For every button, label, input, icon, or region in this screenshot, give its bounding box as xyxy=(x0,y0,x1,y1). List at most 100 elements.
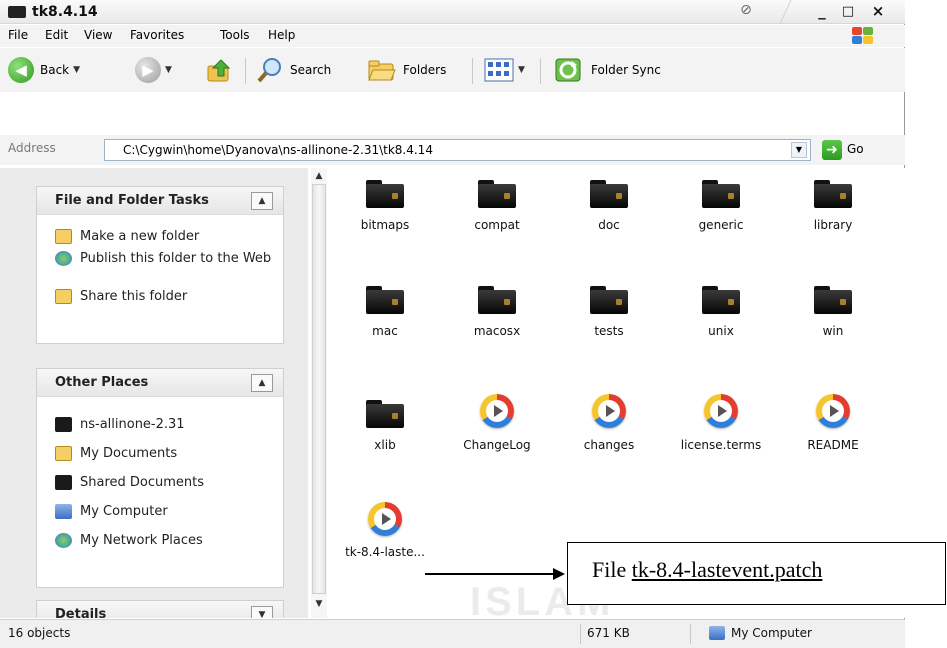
file-item-doc[interactable]: doc xyxy=(554,180,664,232)
file-item-lastevent-patch[interactable]: tk-8.4-laste... xyxy=(330,502,440,559)
folder-icon xyxy=(366,400,404,428)
menu-help[interactable]: Help xyxy=(268,28,295,42)
file-item-mac[interactable]: mac xyxy=(330,286,440,338)
up-folder-icon xyxy=(207,59,231,82)
chevron-down-icon[interactable]: ▼ xyxy=(791,142,807,158)
file-name: xlib xyxy=(374,438,396,452)
place-my-computer[interactable]: My Computer xyxy=(55,504,168,520)
expand-icon[interactable]: ▼ xyxy=(251,606,273,618)
section-title: File and Folder Tasks xyxy=(55,193,209,208)
task-pane-scrollbar[interactable]: ▲ ▼ xyxy=(311,168,327,618)
file-name: mac xyxy=(372,324,398,338)
task-make-new-folder[interactable]: Make a new folder xyxy=(55,229,199,245)
menu-file[interactable]: File xyxy=(8,28,28,42)
go-button[interactable]: Go xyxy=(847,142,864,156)
file-item-macosx[interactable]: macosx xyxy=(442,286,552,338)
file-item-bitmaps[interactable]: bitmaps xyxy=(330,180,440,232)
file-name: tests xyxy=(594,324,624,338)
menu-edit[interactable]: Edit xyxy=(45,28,68,42)
toolbar-separator xyxy=(540,58,541,84)
title-tab-divider xyxy=(720,0,792,24)
collapse-icon[interactable]: ▲ xyxy=(251,374,273,392)
up-folder-button[interactable] xyxy=(205,56,233,84)
section-header[interactable]: Details ▼ xyxy=(37,601,283,618)
file-item-license-terms[interactable]: license.terms xyxy=(666,394,776,452)
menu-favorites[interactable]: Favorites xyxy=(130,28,184,42)
forward-button[interactable]: ▶ ▼ xyxy=(135,56,172,84)
section-header[interactable]: File and Folder Tasks ▲ xyxy=(37,187,283,215)
menu-tools[interactable]: Tools xyxy=(220,28,250,42)
toolbar-separator xyxy=(472,58,473,84)
file-name: generic xyxy=(698,218,744,232)
task-share-folder[interactable]: Share this folder xyxy=(55,289,187,305)
task-pane: File and Folder Tasks ▲ Make a new folde… xyxy=(0,168,308,618)
file-item-unix[interactable]: unix xyxy=(666,286,776,338)
search-button[interactable]: Search xyxy=(256,56,331,84)
file-item-win[interactable]: win xyxy=(778,286,888,338)
folder-icon xyxy=(478,286,516,314)
task-label: Share this folder xyxy=(80,289,188,304)
file-item-library[interactable]: library xyxy=(778,180,888,232)
place-label: My Network Places xyxy=(80,533,203,548)
place-my-network-places[interactable]: My Network Places xyxy=(55,533,203,549)
toolbar-separator xyxy=(245,58,246,84)
status-divider xyxy=(690,624,691,644)
task-publish-folder[interactable]: Publish this folder to the Web xyxy=(55,251,275,267)
place-my-documents[interactable]: My Documents xyxy=(55,446,177,462)
close-button[interactable]: × xyxy=(868,2,888,20)
file-item-generic[interactable]: generic xyxy=(666,180,776,232)
media-file-icon xyxy=(368,502,402,536)
file-name: compat xyxy=(474,218,520,232)
annotation-callout: File tk-8.4-lastevent.patch xyxy=(567,542,946,605)
file-item-changes[interactable]: changes xyxy=(554,394,664,452)
menu-view[interactable]: View xyxy=(84,28,112,42)
address-input[interactable]: C:\Cygwin\home\Dyanova\ns-allinone-2.31\… xyxy=(104,139,811,161)
file-item-compat[interactable]: compat xyxy=(442,180,552,232)
go-arrow-icon[interactable]: ➜ xyxy=(822,140,842,160)
file-item-changelog[interactable]: ChangeLog xyxy=(442,394,552,452)
window-title: tk8.4.14 xyxy=(32,4,98,20)
scroll-down-icon[interactable]: ▼ xyxy=(311,596,327,612)
address-path[interactable]: C:\Cygwin\home\Dyanova\ns-allinone-2.31\… xyxy=(123,143,433,157)
search-label: Search xyxy=(290,63,332,77)
place-ns-allinone[interactable]: ns-allinone-2.31 xyxy=(55,417,185,433)
callout-prefix: File xyxy=(592,557,632,582)
maximize-button[interactable]: □ xyxy=(838,4,858,19)
status-location: My Computer xyxy=(731,626,812,640)
file-name: doc xyxy=(598,218,620,232)
scroll-thumb[interactable] xyxy=(312,184,326,594)
folder-sync-button[interactable]: Folder Sync xyxy=(553,56,661,84)
back-label: Back xyxy=(40,63,70,77)
minimize-button[interactable]: _ xyxy=(812,2,832,20)
section-header[interactable]: Other Places ▲ xyxy=(37,369,283,397)
computer-icon xyxy=(709,626,725,640)
place-shared-documents[interactable]: Shared Documents xyxy=(55,475,204,491)
new-folder-icon xyxy=(55,229,72,244)
views-button[interactable]: ▼ xyxy=(484,56,525,84)
scroll-up-icon[interactable]: ▲ xyxy=(311,168,327,184)
folders-button[interactable]: Folders xyxy=(367,56,446,84)
collapse-icon[interactable]: ▲ xyxy=(251,192,273,210)
annotation-arrow-line xyxy=(425,573,555,575)
callout-filename: tk-8.4-lastevent.patch xyxy=(631,557,823,582)
address-bar: Address C:\Cygwin\home\Dyanova\ns-allino… xyxy=(0,135,905,165)
file-item-xlib[interactable]: xlib xyxy=(330,400,440,452)
file-item-tests[interactable]: tests xyxy=(554,286,664,338)
media-file-icon xyxy=(704,394,738,428)
folder-icon xyxy=(366,180,404,208)
views-icon xyxy=(484,58,514,82)
back-arrow-icon: ◀ xyxy=(8,57,34,83)
shared-folder-icon xyxy=(55,475,72,490)
file-name: README xyxy=(807,438,859,452)
folder-icon xyxy=(702,180,740,208)
status-object-count: 16 objects xyxy=(8,626,71,640)
computer-icon xyxy=(55,504,72,519)
details-section: Details ▼ xyxy=(36,600,284,618)
back-button[interactable]: ◀ Back ▼ xyxy=(8,56,80,84)
folder-icon xyxy=(814,180,852,208)
folder-icon xyxy=(55,417,72,432)
network-icon xyxy=(55,533,72,548)
task-label: Publish this folder to the Web xyxy=(80,251,272,266)
annotation-arrow-head xyxy=(553,568,565,580)
file-item-readme[interactable]: README xyxy=(778,394,888,452)
